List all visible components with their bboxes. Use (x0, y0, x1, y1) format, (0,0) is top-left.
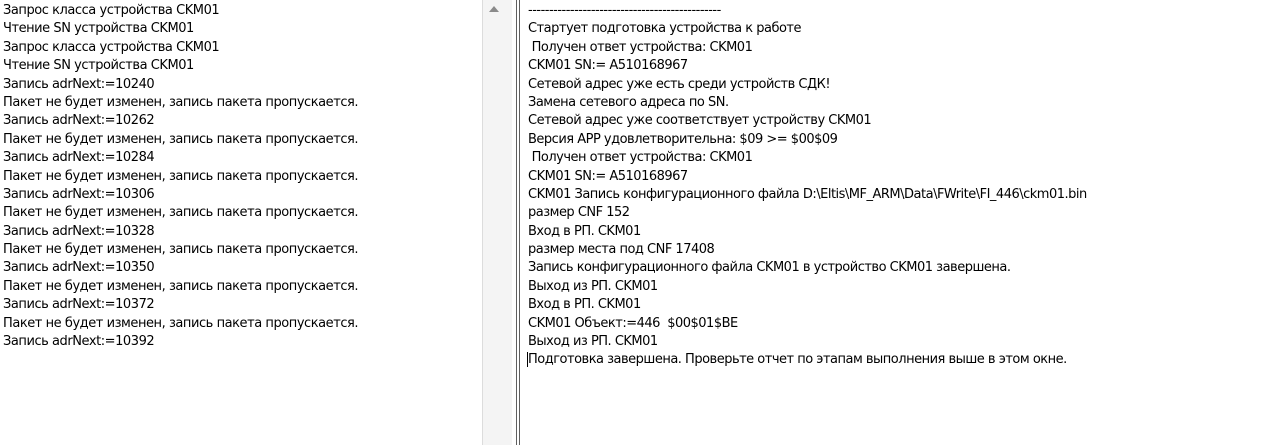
log-line: Пакет не будет изменен, запись пакета пр… (3, 242, 359, 258)
left-log-panel[interactable]: Запрос класса устройства CKM01 Чтение SN … (0, 0, 512, 445)
log-line: CKM01 SN:= A510168967 (528, 58, 688, 74)
log-line: ----------------------------------------… (528, 3, 721, 18)
log-line: Запись adrNext:=10328 (3, 223, 155, 239)
log-line: CKM01 Объект:=446 $00$01$BE (528, 315, 738, 331)
log-line: Вход в РП. CKM01 (528, 297, 641, 313)
log-line: Подготовка завершена. Проверьте отчет по… (528, 352, 1067, 368)
splitter-line (519, 0, 520, 445)
log-line: CKM01 SN:= A510168967 (528, 168, 688, 184)
log-line: размер CNF 152 (528, 205, 630, 221)
log-line: Выход из РП. CKM01 (528, 334, 658, 350)
log-line: Стартует подготовка устройства к работе (528, 21, 801, 37)
log-line: Запись adrNext:=10262 (3, 113, 155, 129)
log-line: Пакет не будет изменен, запись пакета пр… (3, 94, 359, 110)
log-line: Запись adrNext:=10350 (3, 260, 155, 276)
log-line: Запись adrNext:=10240 (3, 76, 155, 92)
log-line: Запись adrNext:=10372 (3, 297, 155, 313)
log-line: Выход из РП. CKM01 (528, 278, 658, 294)
log-line: Замена сетевого адреса по SN. (528, 94, 729, 110)
text-caret (527, 352, 528, 367)
log-line: Пакет не будет изменен, запись пакета пр… (3, 168, 359, 184)
scroll-up-arrow-icon[interactable] (489, 6, 499, 12)
log-line: Запись adrNext:=10306 (3, 186, 155, 202)
left-log-scrollbar[interactable] (482, 0, 512, 445)
log-line: Пакет не будет изменен, запись пакета пр… (3, 278, 359, 294)
log-line: Чтение SN устройства CKM01 (3, 58, 194, 74)
log-line: Получен ответ устройства: CKM01 (528, 39, 753, 55)
log-line: Запрос класса устройства CKM01 (3, 3, 220, 18)
right-log-panel[interactable]: ----------------------------------------… (524, 0, 1282, 445)
log-line: Получен ответ устройства: CKM01 (528, 150, 753, 166)
splitter-line (516, 0, 517, 445)
log-line: Пакет не будет изменен, запись пакета пр… (3, 131, 359, 147)
right-log-text[interactable]: ----------------------------------------… (528, 2, 1087, 370)
log-line: Пакет не будет изменен, запись пакета пр… (3, 205, 359, 221)
log-line: Версия APP удовлетворительна: $09 >= $00… (528, 131, 838, 147)
log-line: Вход в РП. CKM01 (528, 223, 641, 239)
log-line: Запись adrNext:=10392 (3, 334, 155, 350)
log-line: Сетевой адрес уже есть среди устройств С… (528, 76, 831, 92)
log-line: Пакет не будет изменен, запись пакета пр… (3, 315, 359, 331)
log-line: Запрос класса устройства CKM01 (3, 39, 220, 55)
log-line: Чтение SN устройства CKM01 (3, 21, 194, 37)
log-line: Запись adrNext:=10284 (3, 150, 155, 166)
panel-splitter[interactable] (513, 0, 523, 445)
left-log-text[interactable]: Запрос класса устройства CKM01 Чтение SN … (3, 2, 359, 351)
log-line: размер места под CNF 17408 (528, 242, 715, 258)
log-line: Запись конфигурационного файла CKM01 в у… (528, 260, 1011, 276)
log-line: Сетевой адрес уже соответствует устройст… (528, 113, 872, 129)
log-line: CKM01 Запись конфигурационного файла D:\… (528, 186, 1087, 202)
